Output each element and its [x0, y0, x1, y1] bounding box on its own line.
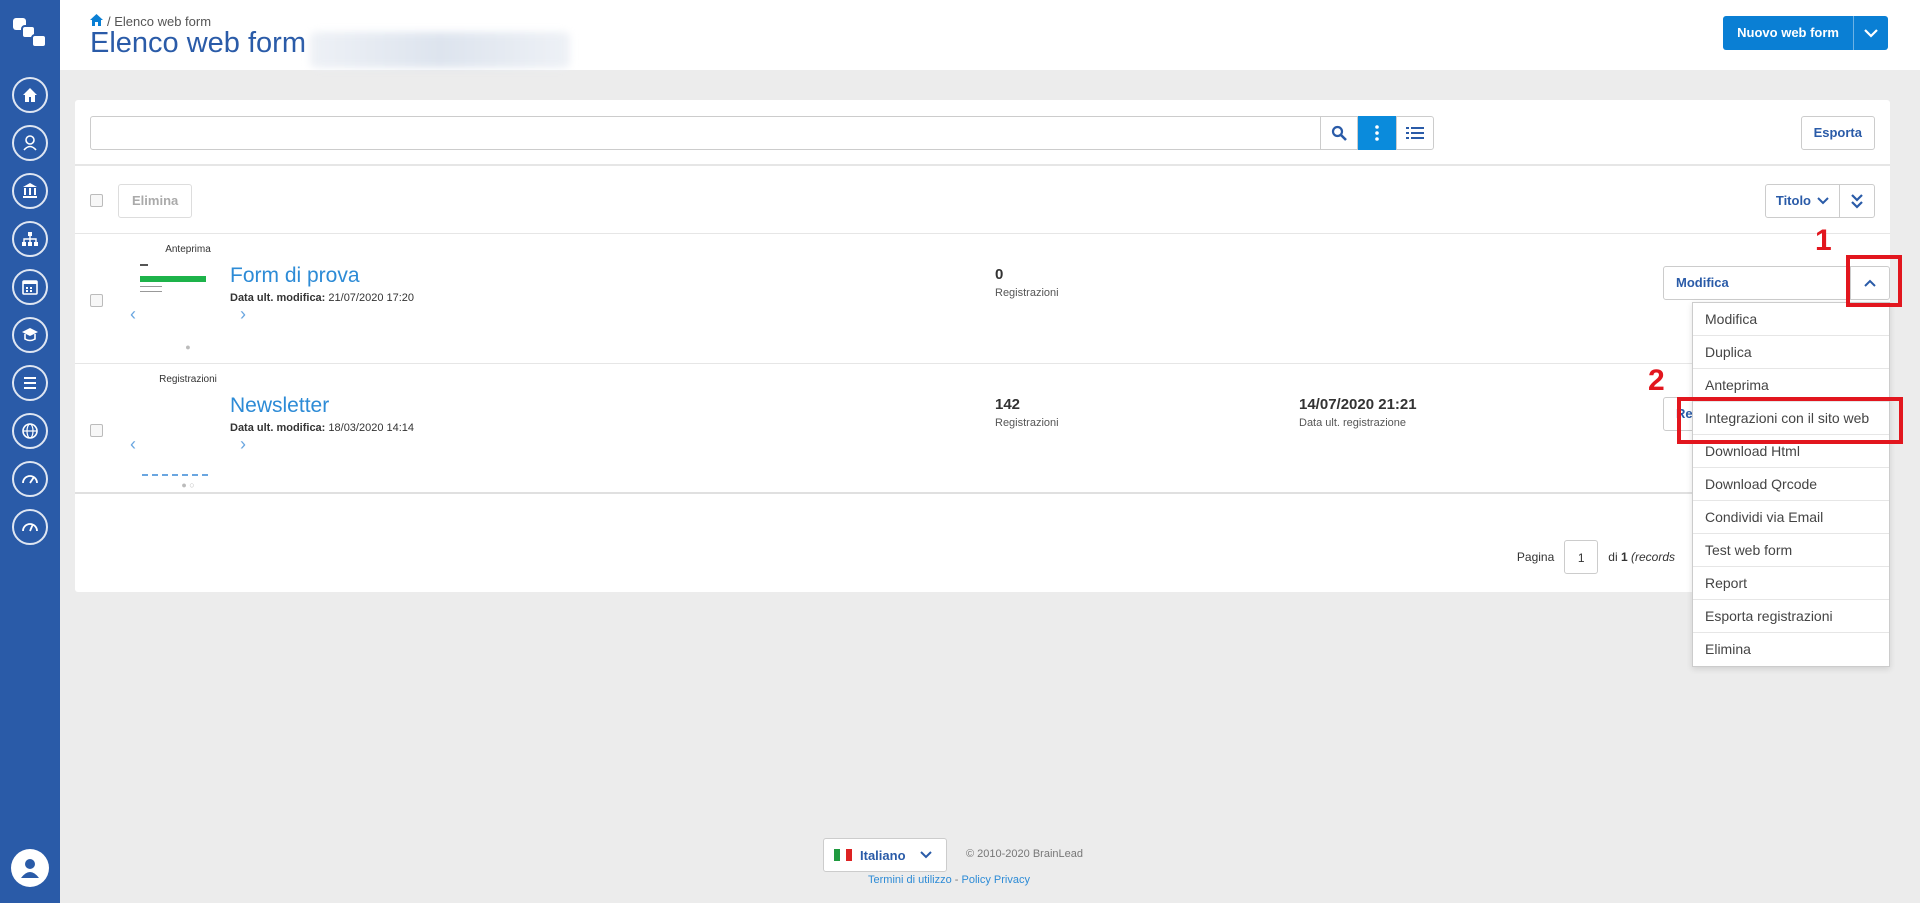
language-select[interactable]: Italiano — [823, 838, 947, 872]
menu-item-export-registrations[interactable]: Esporta registrazioni — [1693, 600, 1889, 633]
meta-value: 21/07/2020 17:20 — [325, 292, 415, 304]
copyright-text: © 2010-2020 BrainLead — [966, 848, 1083, 860]
language-label: Italiano — [860, 847, 906, 863]
delete-button[interactable]: Elimina — [118, 184, 193, 218]
page-label: Pagina — [1516, 550, 1555, 564]
thumbnail-label: Anteprima — [165, 244, 211, 255]
list-view-icon[interactable] — [1396, 116, 1434, 150]
terms-link[interactable]: Termini di utilizzo — [868, 874, 952, 886]
sort-direction-icon[interactable] — [1840, 185, 1874, 217]
chevron-down-icon[interactable] — [1854, 16, 1888, 50]
thumbnail-preview — [140, 276, 206, 282]
chevron-down-icon — [1817, 197, 1829, 205]
registrations-count: 0 — [995, 266, 1004, 283]
sitemap-icon[interactable] — [12, 221, 48, 257]
annotation-marker-2: 2 — [1648, 364, 1665, 397]
menu-item-test-form[interactable]: Test web form — [1693, 534, 1889, 567]
globe-icon[interactable] — [12, 413, 48, 449]
thumbnail-label: Registrazioni — [159, 374, 217, 385]
select-all-checkbox[interactable] — [90, 194, 103, 207]
footer-links: Termini di utilizzo - Policy Privacy — [868, 874, 1030, 886]
page-total-value: 1 — [1620, 550, 1628, 564]
meta-value: 18/03/2020 14:14 — [325, 422, 415, 434]
bank-icon[interactable] — [12, 173, 48, 209]
page-header: / Elenco web form Elenco web form Nuovo … — [60, 0, 1920, 70]
meta-label: Data ult. modifica: — [230, 292, 326, 304]
sidebar — [0, 0, 60, 903]
menu-item-edit[interactable]: Modifica — [1693, 303, 1889, 336]
thumbnail-preview — [142, 474, 208, 476]
thumbnail-preview — [140, 286, 162, 292]
edit-button[interactable]: Modifica — [1664, 267, 1851, 299]
form-title-link[interactable]: Form di prova — [230, 264, 360, 288]
calendar-icon[interactable] — [12, 269, 48, 305]
pagination: Pagina 1 di 1 (records — [1517, 540, 1675, 574]
export-button[interactable]: Esporta — [1800, 116, 1875, 150]
bulk-actions-bar: Elimina Titolo — [75, 168, 1890, 234]
link-separator: - — [951, 874, 962, 886]
gauge-icon[interactable] — [12, 461, 48, 497]
kebab-view-icon[interactable] — [1358, 116, 1396, 150]
table-row: Anteprima ‹ › ● Form di prova Data ult. … — [75, 234, 1890, 364]
gauge-icon[interactable] — [12, 509, 48, 545]
privacy-link[interactable]: Policy Privacy — [962, 874, 1030, 886]
chevron-right-icon[interactable]: › — [240, 304, 246, 325]
highlight-box-2 — [1677, 397, 1903, 444]
graduation-icon[interactable] — [12, 317, 48, 353]
menu-item-share-email[interactable]: Condividi via Email — [1693, 501, 1889, 534]
chevron-left-icon[interactable]: ‹ — [130, 304, 136, 325]
page-input[interactable]: 1 — [1564, 540, 1599, 574]
table-row: Registrazioni ‹ › ● ○ Newsletter Data ul… — [75, 364, 1890, 494]
row-checkbox[interactable] — [90, 424, 103, 437]
highlight-box-1 — [1846, 255, 1902, 307]
search-toolbar: Esporta — [75, 100, 1890, 166]
sort-control[interactable]: Titolo — [1764, 184, 1875, 218]
form-title-link[interactable]: Newsletter — [230, 394, 329, 418]
sort-label: Titolo — [1775, 193, 1811, 208]
page-title: Elenco web form — [90, 27, 306, 59]
form-modified-date: Data ult. modifica: 21/07/2020 17:20 — [230, 292, 414, 304]
chevron-down-icon — [919, 851, 932, 859]
menu-item-delete[interactable]: Elimina — [1693, 633, 1889, 666]
menu-item-download-qrcode[interactable]: Download Qrcode — [1693, 468, 1889, 501]
sort-dropdown[interactable]: Titolo — [1766, 185, 1840, 217]
row-actions-menu: Modifica Duplica Anteprima Integrazioni … — [1692, 302, 1890, 667]
form-modified-date: Data ult. modifica: 18/03/2020 14:14 — [230, 422, 414, 434]
user-avatar-icon[interactable] — [11, 849, 49, 887]
form-list-icon[interactable] — [12, 365, 48, 401]
registrations-label: Registrazioni — [995, 287, 1059, 299]
page-of-label: di — [1608, 550, 1618, 564]
records-label: (records — [1630, 550, 1675, 564]
blurred-account-name — [310, 32, 570, 68]
new-web-form-label[interactable]: Nuovo web form — [1723, 16, 1854, 50]
search-icon[interactable] — [1320, 116, 1358, 150]
row-checkbox[interactable] — [90, 294, 103, 307]
web-form-list-card: Esporta Elimina Titolo Anteprima ‹ › ● F… — [75, 100, 1890, 592]
new-web-form-button[interactable]: Nuovo web form — [1723, 16, 1888, 50]
search-input[interactable] — [90, 116, 1347, 150]
annotation-marker-1: 1 — [1815, 224, 1832, 257]
carousel-dots: ● — [185, 342, 191, 352]
thumbnail-preview — [140, 264, 148, 266]
page-total: di 1 (records — [1608, 550, 1675, 564]
registrations-label: Registrazioni — [995, 417, 1059, 429]
chevron-right-icon[interactable]: › — [240, 434, 246, 455]
menu-item-report[interactable]: Report — [1693, 567, 1889, 600]
last-registration-date: 14/07/2020 21:21 — [1299, 396, 1417, 413]
carousel-dots: ● ○ — [181, 480, 195, 490]
last-registration-label: Data ult. registrazione — [1299, 417, 1406, 429]
meta-label: Data ult. modifica: — [230, 422, 326, 434]
contacts-icon[interactable] — [12, 125, 48, 161]
menu-item-duplicate[interactable]: Duplica — [1693, 336, 1889, 369]
chevron-left-icon[interactable]: ‹ — [130, 434, 136, 455]
home-icon[interactable] — [12, 77, 48, 113]
italy-flag-icon — [834, 849, 852, 861]
registrations-count: 142 — [995, 396, 1021, 413]
brainlead-logo[interactable] — [12, 16, 48, 50]
